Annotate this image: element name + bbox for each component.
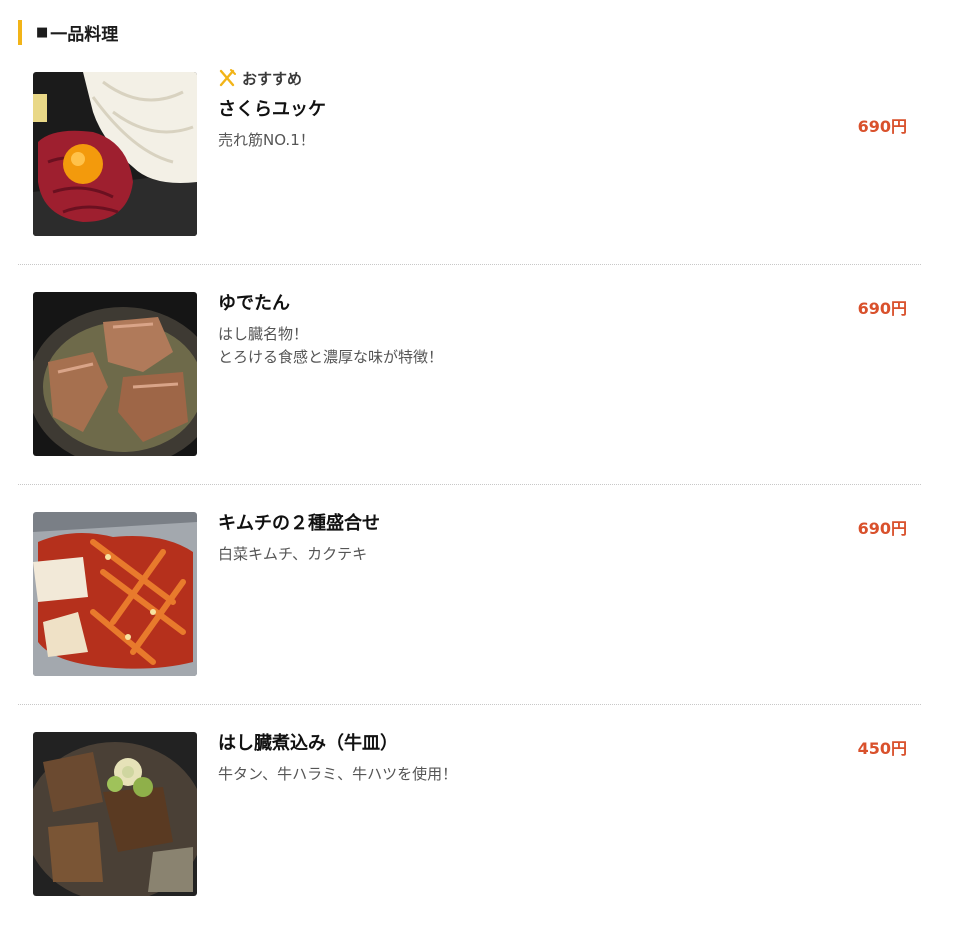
kimchi-platter-photo — [33, 512, 197, 676]
section-header: ■ 一品料理 — [18, 20, 118, 45]
item-price: 690円 — [857, 117, 907, 136]
menu-item[interactable]: はし臓煮込み（牛皿） 牛タン、牛ハラミ、牛ハツを使用！ 450円 — [18, 705, 921, 925]
menu-item[interactable]: ゆでたん はし臓名物！ とろける食感と濃厚な味が特徴！ 690円 — [18, 265, 921, 485]
boiled-tongue-photo — [33, 292, 197, 456]
section-title: 一品料理 — [50, 25, 119, 45]
description-line: はし臓名物！ — [218, 325, 309, 343]
menu-item[interactable]: おすすめ さくらユッケ 売れ筋NO.1！ 690円 — [18, 45, 921, 265]
recommend-badge: おすすめ — [218, 67, 818, 89]
item-description: 売れ筋NO.1！ — [218, 129, 818, 152]
description-line: とろける食感と濃厚な味が特徴！ — [218, 348, 444, 366]
description-line: 白菜キムチ、カクテキ — [218, 545, 368, 563]
item-name: さくらユッケ — [218, 99, 326, 120]
item-description: 白菜キムチ、カクテキ — [218, 543, 818, 566]
description-line: 牛タン、牛ハラミ、牛ハツを使用！ — [218, 765, 458, 783]
sakura-yukke-photo — [33, 72, 197, 236]
item-name: はし臓煮込み（牛皿） — [218, 733, 398, 754]
item-price: 450円 — [857, 739, 907, 758]
fork-knife-icon — [218, 69, 236, 87]
beef-stew-photo — [33, 732, 197, 896]
item-description: はし臓名物！ とろける食感と濃厚な味が特徴！ — [218, 323, 818, 369]
recommend-label: おすすめ — [242, 69, 303, 88]
item-price: 690円 — [857, 299, 907, 318]
item-description: 牛タン、牛ハラミ、牛ハツを使用！ — [218, 763, 818, 786]
description-line: 売れ筋NO.1！ — [218, 131, 315, 149]
item-name: ゆでたん — [218, 293, 290, 314]
square-marker: ■ — [36, 25, 49, 40]
menu-item[interactable]: キムチの２種盛合せ 白菜キムチ、カクテキ 690円 — [18, 485, 921, 705]
item-price: 690円 — [857, 519, 907, 538]
item-name: キムチの２種盛合せ — [218, 513, 380, 534]
